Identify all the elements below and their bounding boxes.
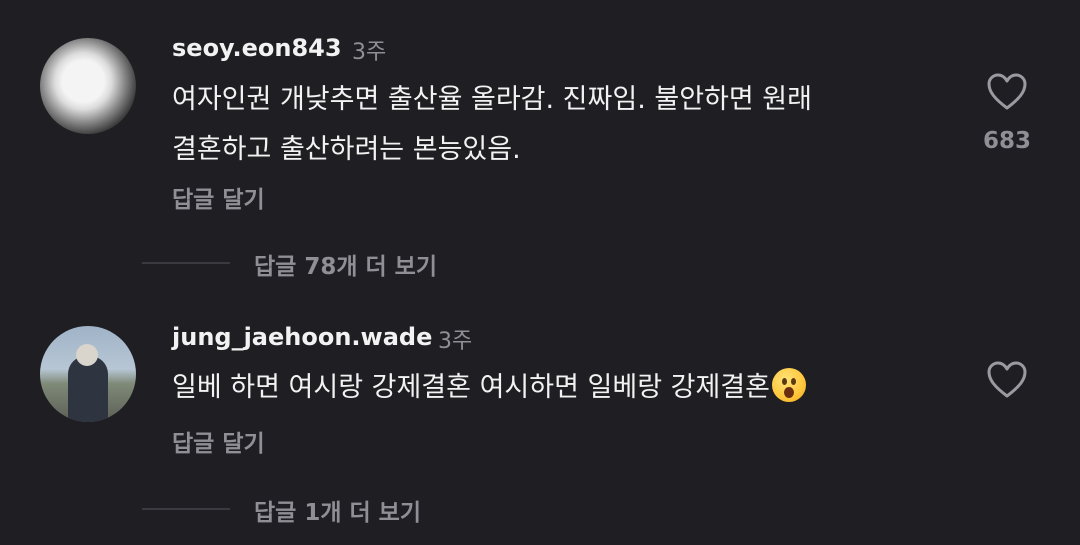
reply-button[interactable]: 답글 달기 xyxy=(172,424,265,458)
divider xyxy=(142,262,230,264)
heart-icon[interactable] xyxy=(986,72,1028,112)
view-more-replies-button[interactable]: 답글 1개 더 보기 xyxy=(0,488,1080,528)
view-more-replies-label: 답글 78개 더 보기 xyxy=(254,254,437,280)
comment-text-content: 일베 하면 여시랑 강제결혼 여시하면 일베랑 강제결혼 xyxy=(172,372,770,403)
divider xyxy=(142,508,230,510)
astonished-face-icon xyxy=(771,368,806,402)
avatar-figure-head xyxy=(76,344,98,366)
comment-text-line: 결혼하고 출산하려는 본능있음. xyxy=(172,134,521,165)
view-more-replies-label: 답글 1개 더 보기 xyxy=(254,500,421,526)
comment-text-line: 여자인권 개낮추면 출산율 올라감. 진짜임. 불안하면 원래 xyxy=(172,84,812,115)
heart-icon[interactable] xyxy=(986,360,1028,400)
comment-timestamp: 3주 xyxy=(352,40,387,65)
comment-username[interactable]: seoy.eon843 xyxy=(172,34,342,62)
avatar[interactable] xyxy=(40,326,136,422)
reply-button[interactable]: 답글 달기 xyxy=(172,180,265,214)
comment-text: 일베 하면 여시랑 강제결혼 여시하면 일베랑 강제결혼 xyxy=(172,363,932,413)
avatar[interactable] xyxy=(40,38,136,134)
like-count: 683 xyxy=(982,128,1031,154)
comment-username[interactable]: jung_jaehoon.wade xyxy=(172,323,432,351)
comment-timestamp: 3주 xyxy=(438,329,473,354)
view-more-replies-button[interactable]: 답글 78개 더 보기 xyxy=(0,242,1080,282)
comment-text: 여자인권 개낮추면 출산율 올라감. 진짜임. 불안하면 원래 결혼하고 출산하… xyxy=(172,75,932,175)
